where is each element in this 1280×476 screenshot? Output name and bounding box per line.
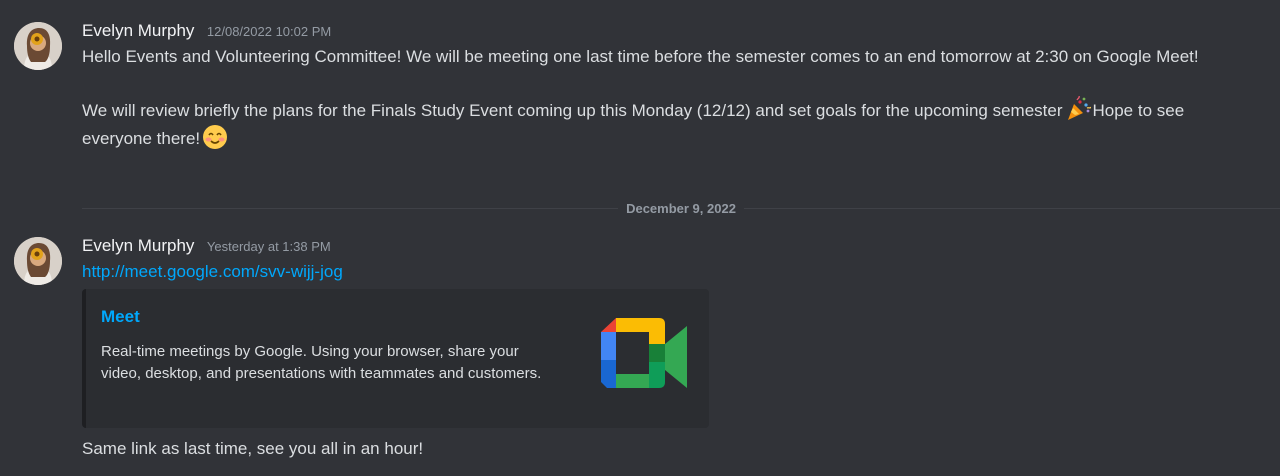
- message-content: Hello Events and Volunteering Committee!…: [82, 44, 1240, 152]
- date-divider: December 9, 2022: [82, 199, 1280, 217]
- message-paragraph: We will review briefly the plans for the…: [82, 95, 1240, 152]
- avatar-photo-icon: [14, 237, 62, 285]
- avatar-photo-icon: [14, 22, 62, 70]
- message-text: We will review briefly the plans for the…: [82, 101, 1063, 120]
- chat-messages: Evelyn Murphy 12/08/2022 10:02 PM Hello …: [0, 0, 1280, 476]
- date-divider-label: December 9, 2022: [626, 200, 736, 216]
- meet-link[interactable]: http://meet.google.com/svv-wijj-jog: [82, 259, 343, 285]
- timestamp: 12/08/2022 10:02 PM: [206, 24, 332, 39]
- avatar[interactable]: [14, 22, 62, 70]
- link-embed: Meet Real-time meetings by Google. Using…: [82, 289, 709, 428]
- username[interactable]: Evelyn Murphy: [82, 21, 194, 40]
- embed-title[interactable]: Meet: [101, 307, 140, 327]
- party-popper-icon[interactable]: [1065, 95, 1092, 122]
- smiling-face-icon[interactable]: [202, 124, 228, 150]
- username[interactable]: Evelyn Murphy: [82, 236, 194, 255]
- embed-description: Real-time meetings by Google. Using your…: [101, 343, 542, 382]
- message-text: Same link as last time, see you all in a…: [82, 439, 424, 458]
- timestamp: Yesterday at 1:38 PM: [206, 239, 331, 254]
- avatar[interactable]: [14, 237, 62, 285]
- message-paragraph: Hello Events and Volunteering Committee!…: [82, 47, 1199, 66]
- google-meet-logo-icon[interactable]: [597, 318, 693, 398]
